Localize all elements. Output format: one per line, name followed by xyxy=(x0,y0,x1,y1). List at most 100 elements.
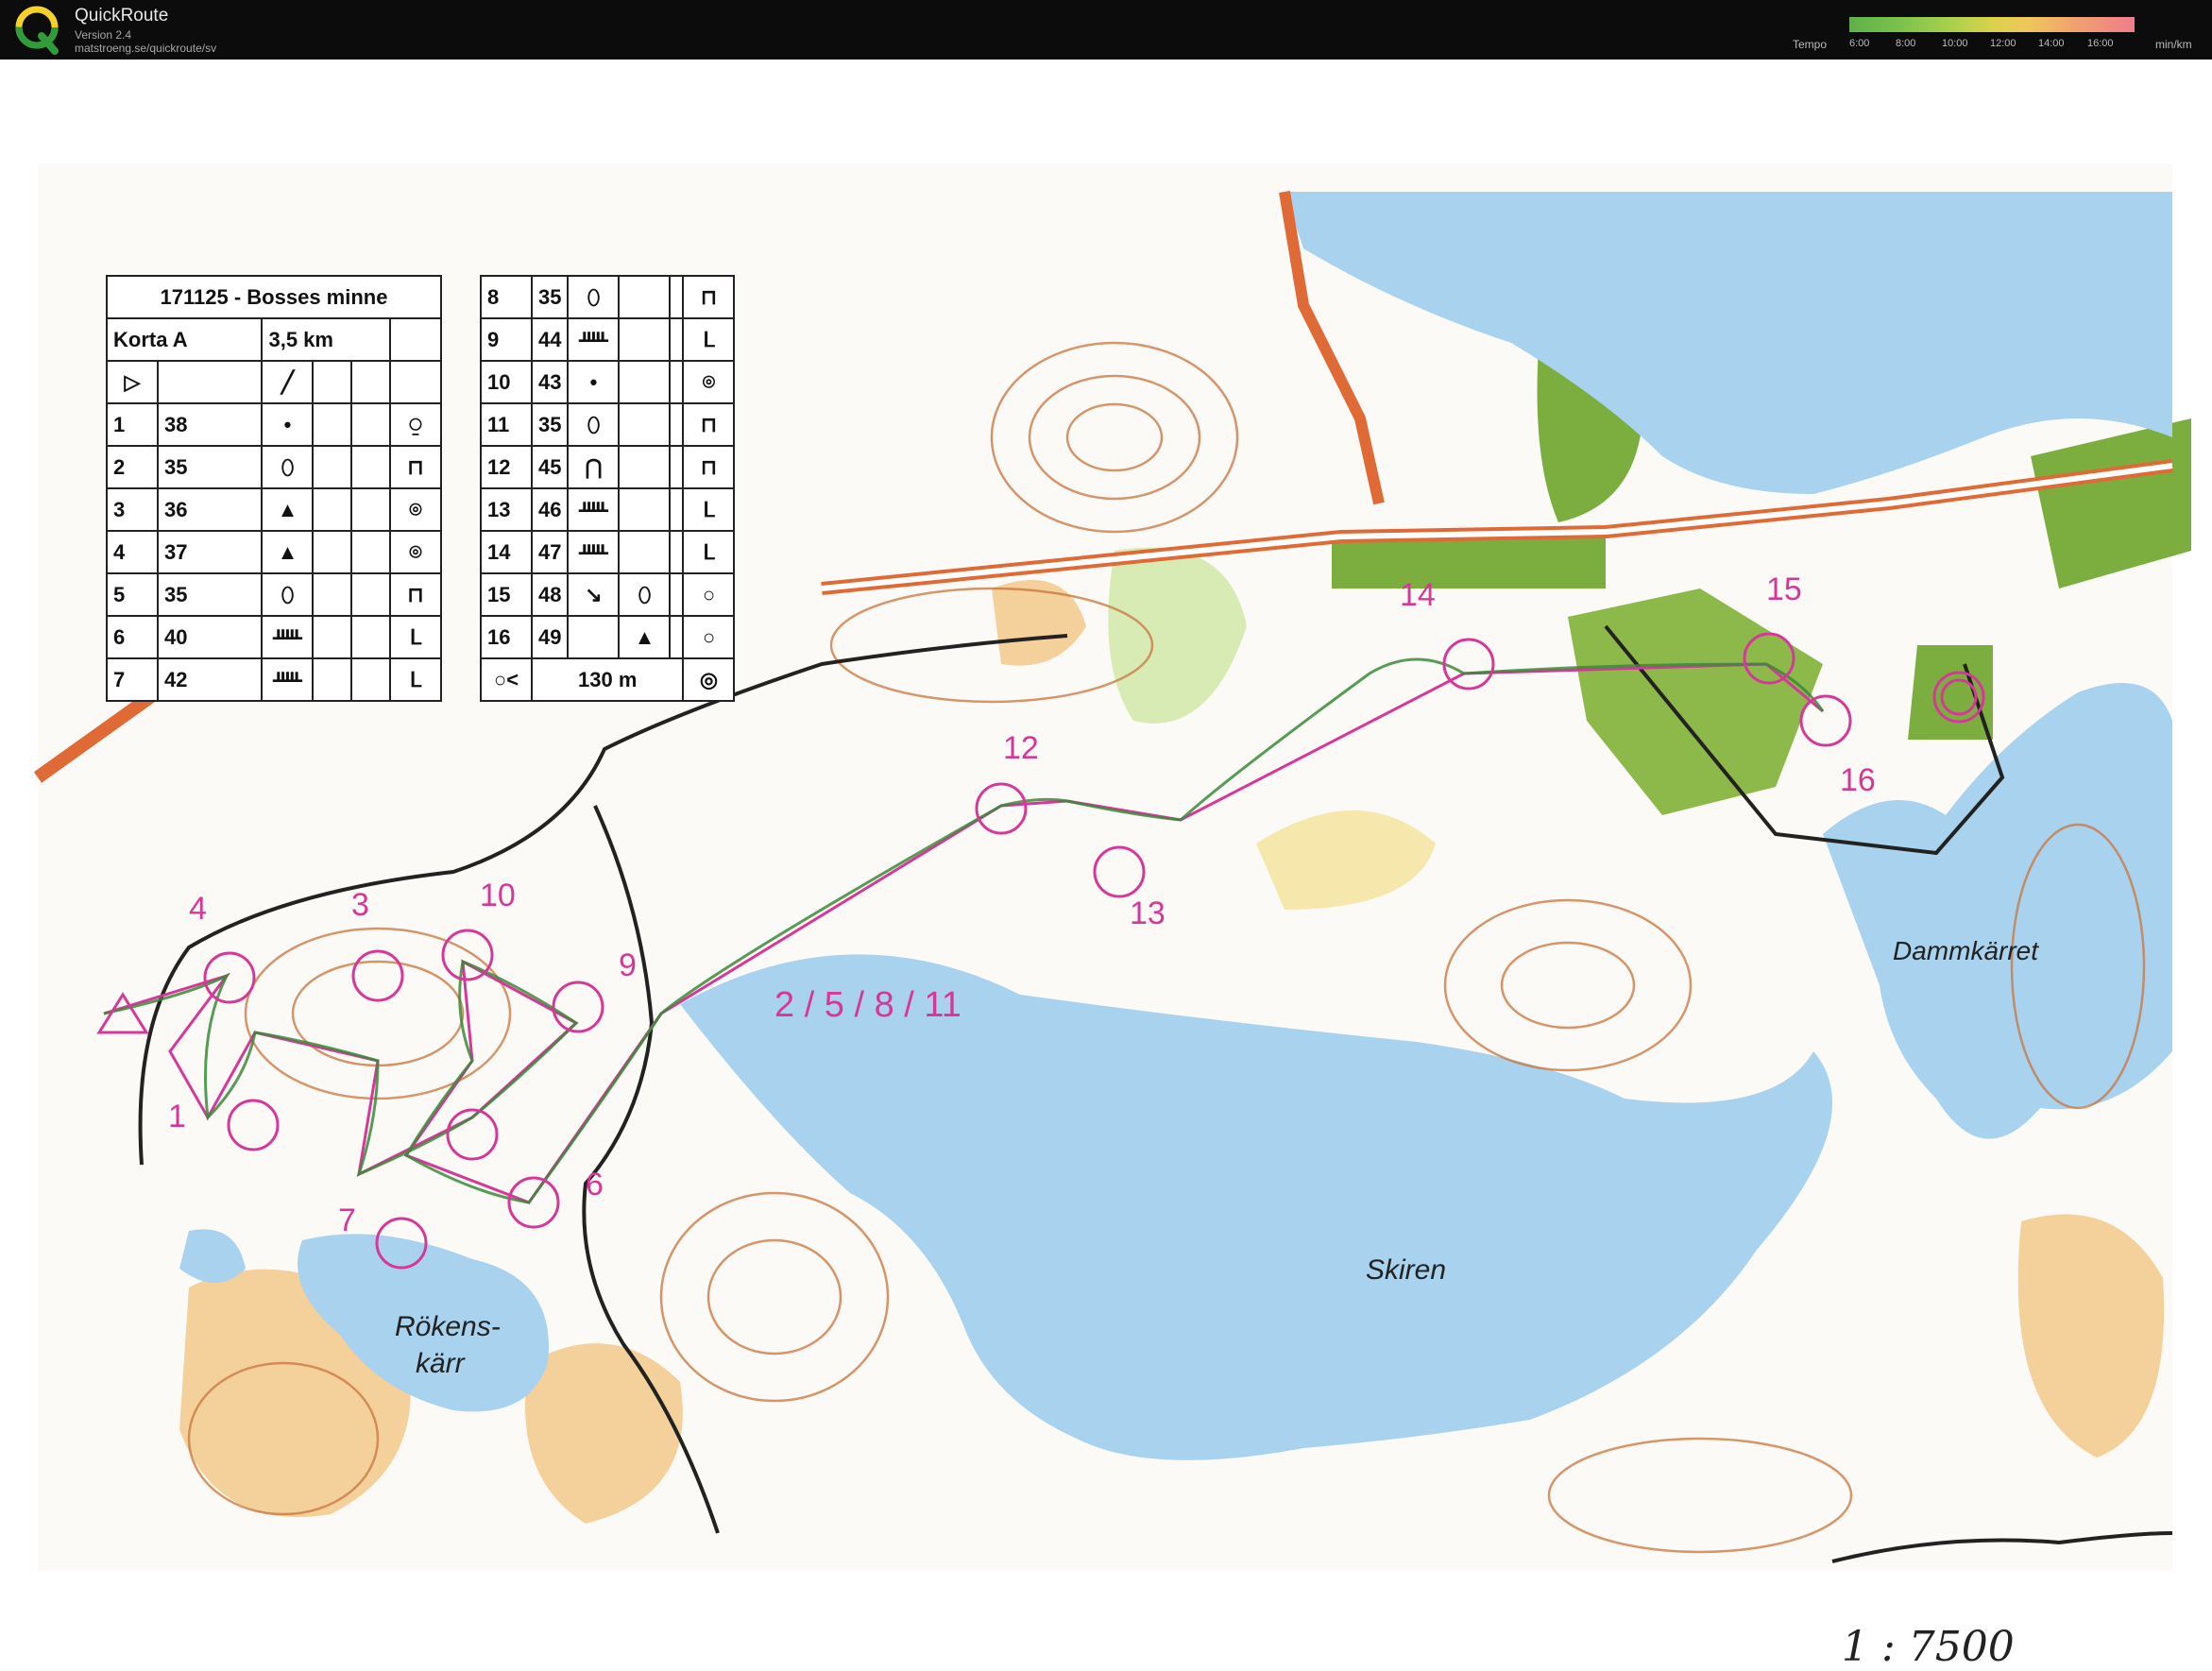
empty-cell xyxy=(312,530,353,574)
cliff-icon: ᚊ xyxy=(261,657,315,702)
finish-icon: ◎ xyxy=(682,657,736,702)
empty-cell xyxy=(350,402,391,447)
control-label: 14 xyxy=(1400,577,1436,613)
empty-cell xyxy=(350,615,391,659)
control-number: 8 xyxy=(480,275,533,319)
control-code: 46 xyxy=(530,487,570,532)
control-code: 40 xyxy=(156,615,264,659)
control-number: 16 xyxy=(480,615,533,659)
position-icon: ⌾ xyxy=(389,530,442,574)
control-code: 35 xyxy=(156,445,264,489)
app-version: Version 2.4 xyxy=(75,28,132,42)
control-code: 49 xyxy=(530,615,570,659)
triangle-icon: ▲ xyxy=(618,615,672,659)
multi-control-label: 2 / 5 / 8 / 11 xyxy=(774,985,961,1025)
quickroute-logo-icon xyxy=(15,6,59,55)
empty-cell xyxy=(312,572,353,617)
tempo-tick: 12:00 xyxy=(1990,38,2016,49)
control-description-table-left: 171125 - Bosses minne Korta A 3,5 km ▷ ╱… xyxy=(105,275,442,702)
position-icon: ⍜ xyxy=(389,402,442,447)
empty-cell xyxy=(618,402,672,447)
empty-cell xyxy=(312,445,353,489)
control-code: 35 xyxy=(156,572,264,617)
empty-cell xyxy=(389,360,442,404)
position-icon: ⊓ xyxy=(682,445,736,489)
position-icon: ᒪ xyxy=(682,317,736,362)
empty-cell xyxy=(350,445,391,489)
control-label: 1 xyxy=(168,1099,186,1134)
control-number: 9 xyxy=(480,317,533,362)
position-icon: ᒪ xyxy=(682,530,736,574)
control-code: 43 xyxy=(530,360,570,404)
control-number: 1 xyxy=(106,402,159,447)
control-label: 16 xyxy=(1840,762,1876,798)
control-number: 2 xyxy=(106,445,159,489)
control-label: 10 xyxy=(480,878,516,913)
finish-distance: 130 m xyxy=(530,657,685,702)
start-icon: ▷ xyxy=(106,360,159,404)
tempo-tick: 6:00 xyxy=(1849,38,1870,49)
app-title: QuickRoute xyxy=(75,6,169,26)
control-label: 6 xyxy=(586,1167,604,1202)
empty-cell xyxy=(669,445,685,489)
empty-cell xyxy=(312,487,353,532)
position-icon: ᒪ xyxy=(682,487,736,532)
empty-cell xyxy=(669,275,685,319)
control-number: 12 xyxy=(480,445,533,489)
empty-cell xyxy=(669,487,685,532)
control-label: 12 xyxy=(1003,730,1039,766)
position-icon: ⊓ xyxy=(389,572,442,617)
empty-cell xyxy=(669,530,685,574)
tempo-tick: 14:00 xyxy=(2038,38,2065,49)
empty-cell xyxy=(312,360,353,404)
lake-name-rokenskarr-1: Rökens- xyxy=(395,1311,501,1342)
ellipse-icon: ⬯ xyxy=(261,572,315,617)
cliff-icon: ᚊ xyxy=(261,615,315,659)
control-code: 42 xyxy=(156,657,264,702)
empty-cell xyxy=(156,360,264,404)
empty-cell xyxy=(618,317,672,362)
control-number: 7 xyxy=(106,657,159,702)
empty-cell xyxy=(618,445,672,489)
lake-name-dammkarret: Dammkärret xyxy=(1893,936,2039,965)
slash-icon: ╱ xyxy=(261,360,315,404)
position-icon: ⌾ xyxy=(682,360,736,404)
empty-cell xyxy=(669,402,685,447)
control-label: 3 xyxy=(351,887,369,923)
control-number: 3 xyxy=(106,487,159,532)
dot-icon: • xyxy=(567,360,621,404)
empty-cell xyxy=(312,615,353,659)
tempo-tick: 10:00 xyxy=(1942,38,1968,49)
control-code: 45 xyxy=(530,445,570,489)
ellipse-icon: ⬯ xyxy=(567,275,621,319)
empty-cell xyxy=(350,530,391,574)
empty-cell xyxy=(567,615,621,659)
finish-start-icon: ○< xyxy=(480,657,533,702)
app-url[interactable]: matstroeng.se/quickroute/sv xyxy=(75,42,216,55)
cliff-icon: ᚊ xyxy=(567,487,621,532)
tempo-scale-bar xyxy=(1849,17,2135,32)
control-code: 36 xyxy=(156,487,264,532)
course-length: 3,5 km xyxy=(261,317,391,362)
empty-cell xyxy=(350,487,391,532)
control-label: 9 xyxy=(619,947,637,983)
empty-cell xyxy=(669,317,685,362)
empty-cell xyxy=(350,360,391,404)
control-code: 48 xyxy=(530,572,570,617)
tempo-tick: 16:00 xyxy=(2087,38,2114,49)
position-icon: ○ xyxy=(682,615,736,659)
tempo-unit: min/km xyxy=(2155,38,2192,51)
control-label: 4 xyxy=(189,891,207,927)
empty-cell xyxy=(669,572,685,617)
lake-name-rokenskarr-2: kärr xyxy=(416,1348,465,1379)
green-area xyxy=(1908,645,1993,740)
position-icon: ᒪ xyxy=(389,657,442,702)
empty-cell xyxy=(669,360,685,404)
orienteering-map[interactable]: 171125 - Bosses minne Korta A 3,5 km ▷ ╱… xyxy=(0,60,2212,1671)
empty-cell xyxy=(350,572,391,617)
dot-icon: • xyxy=(261,402,315,447)
cliff-icon: ᚊ xyxy=(567,317,621,362)
control-code: 47 xyxy=(530,530,570,574)
position-icon: ⊓ xyxy=(682,275,736,319)
empty-cell xyxy=(312,402,353,447)
